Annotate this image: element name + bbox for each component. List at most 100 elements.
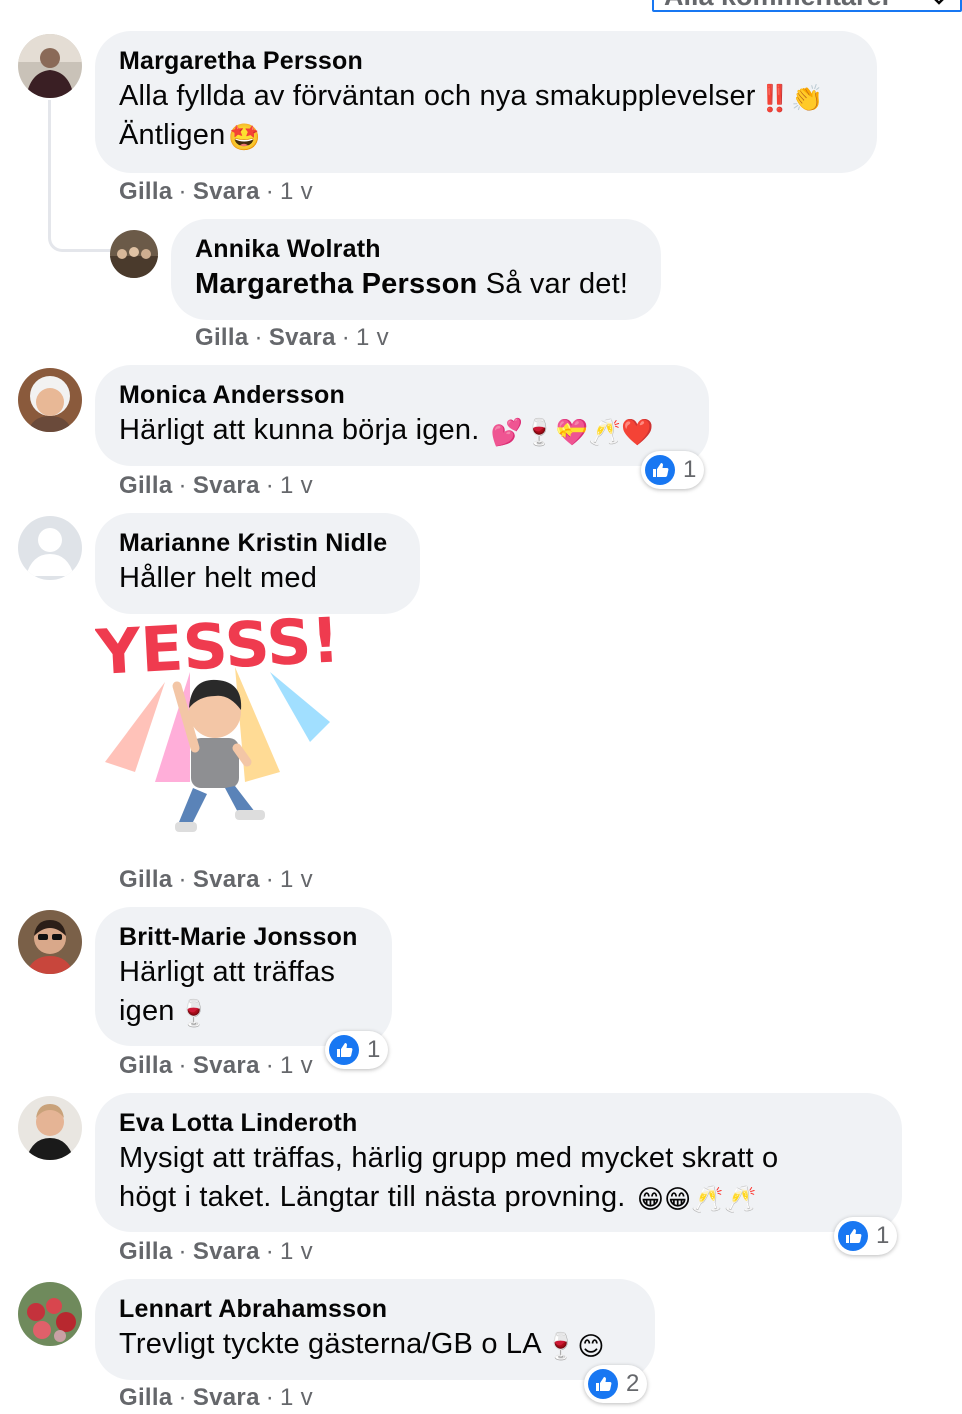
- separator: ·: [341, 324, 351, 351]
- comment-text-line: Äntligen 🤩: [119, 116, 853, 155]
- timestamp-link[interactable]: 1 v: [280, 1052, 313, 1079]
- separator: ·: [265, 1052, 275, 1079]
- comment-actions: Gilla · Svara · 1 v: [119, 1238, 313, 1266]
- reply-link[interactable]: Svara: [193, 472, 260, 499]
- chevron-down-icon: [934, 0, 944, 5]
- comment-bubble: Lennart Abrahamsson Trevligt tyckte gäst…: [95, 1279, 655, 1380]
- comment-actions: Gilla · Svara · 1 v: [119, 1052, 313, 1080]
- comment-text-line: Trevligt tyckte gästerna/GB o LA 🍷😊: [119, 1325, 631, 1364]
- comment-text: Härligt att kunna börja igen.: [119, 414, 480, 446]
- like-count: 1: [683, 456, 697, 483]
- comment-text: Alla fyllda av förväntan och nya smakupp…: [119, 80, 756, 112]
- avatar[interactable]: [110, 230, 158, 278]
- separator: ·: [178, 1384, 187, 1411]
- like-count: 2: [626, 1370, 640, 1397]
- comment-text: igen: [119, 995, 175, 1027]
- comment-text-line: högt i taket. Längtar till nästa provnin…: [119, 1178, 878, 1217]
- like-icon: [645, 455, 675, 485]
- yesss-sticker[interactable]: YESSS!: [95, 612, 335, 848]
- comment-filter-label: Alla kommentarer: [664, 0, 892, 12]
- separator: ·: [178, 178, 187, 205]
- like-icon: [838, 1221, 868, 1251]
- emoji-group: 🍷: [177, 999, 211, 1029]
- separator: ·: [178, 866, 187, 893]
- comment-author[interactable]: Annika Wolrath: [195, 233, 637, 265]
- comment-actions: Gilla · Svara · 1 v: [195, 324, 389, 352]
- like-link[interactable]: Gilla: [119, 1052, 173, 1079]
- like-link[interactable]: Gilla: [195, 324, 249, 351]
- comment-author[interactable]: Lennart Abrahamsson: [119, 1293, 631, 1325]
- sticker-text: YESSS!: [95, 612, 335, 689]
- separator: ·: [265, 472, 275, 499]
- timestamp-link[interactable]: 1 v: [280, 1384, 313, 1411]
- mention-link[interactable]: Margaretha Persson: [195, 268, 477, 300]
- reaction-count[interactable]: 1: [834, 1217, 898, 1255]
- like-link[interactable]: Gilla: [119, 866, 173, 893]
- reply-link[interactable]: Svara: [269, 324, 336, 351]
- avatar[interactable]: [18, 368, 82, 432]
- reply-link[interactable]: Svara: [193, 1238, 260, 1265]
- comment-actions: Gilla · Svara · 1 v: [119, 866, 313, 894]
- timestamp-link[interactable]: 1 v: [356, 324, 389, 351]
- comment-text-line: Alla fyllda av förväntan och nya smakupp…: [119, 77, 853, 116]
- comment-author[interactable]: Britt-Marie Jonsson: [119, 921, 368, 953]
- emoji-group: ‼️👏: [758, 84, 824, 114]
- like-link[interactable]: Gilla: [119, 1384, 173, 1411]
- comment-filter-dropdown[interactable]: Alla kommentarer: [652, 0, 962, 12]
- timestamp-link[interactable]: 1 v: [280, 178, 313, 205]
- like-count: 1: [876, 1222, 890, 1249]
- like-icon: [329, 1035, 359, 1065]
- comment-bubble: Britt-Marie Jonsson Härligt att träffas …: [95, 907, 392, 1046]
- comment-actions: Gilla · Svara · 1 v: [119, 1384, 313, 1412]
- reply-link[interactable]: Svara: [193, 1384, 260, 1411]
- comment-bubble: Margaretha Persson Alla fyllda av förvän…: [95, 31, 877, 173]
- emoji-group: 🍷😊: [544, 1332, 605, 1362]
- avatar[interactable]: [18, 516, 82, 580]
- comment-author[interactable]: Eva Lotta Linderoth: [119, 1107, 878, 1139]
- separator: ·: [178, 1052, 187, 1079]
- timestamp-link[interactable]: 1 v: [280, 866, 313, 893]
- reply-link[interactable]: Svara: [193, 178, 260, 205]
- reaction-count[interactable]: 1: [641, 451, 705, 489]
- comment-actions: Gilla · Svara · 1 v: [119, 178, 313, 206]
- emoji-group: 💕🍷💝🥂❤️: [490, 418, 654, 448]
- comment-text: Mysigt att träffas, härlig grupp med myc…: [119, 1142, 779, 1174]
- like-link[interactable]: Gilla: [119, 1238, 173, 1265]
- comment-text: Så var det!: [477, 268, 629, 300]
- separator: ·: [265, 866, 275, 893]
- timestamp-link[interactable]: 1 v: [280, 472, 313, 499]
- comment-bubble: Monica Andersson Härligt att kunna börja…: [95, 365, 709, 466]
- avatar[interactable]: [18, 34, 82, 98]
- separator: ·: [254, 324, 263, 351]
- separator: ·: [265, 178, 275, 205]
- like-link[interactable]: Gilla: [119, 178, 173, 205]
- reaction-count[interactable]: 2: [584, 1365, 648, 1403]
- comment-author[interactable]: Margaretha Persson: [119, 45, 853, 77]
- reply-link[interactable]: Svara: [193, 1052, 260, 1079]
- emoji-group: 😁😁🥂🥂: [636, 1185, 757, 1215]
- avatar[interactable]: [18, 1282, 82, 1346]
- separator: ·: [178, 472, 187, 499]
- like-icon: [588, 1369, 618, 1399]
- comment-author[interactable]: Marianne Kristin Nidle: [119, 527, 396, 559]
- avatar[interactable]: [18, 910, 82, 974]
- comment-author[interactable]: Monica Andersson: [119, 379, 685, 411]
- avatar[interactable]: [18, 1096, 82, 1160]
- separator: ·: [178, 1238, 187, 1265]
- comment-bubble: Marianne Kristin Nidle Håller helt med: [95, 513, 420, 614]
- comment-text-line: Margaretha Persson Så var det!: [195, 265, 637, 304]
- comment-bubble: Eva Lotta Linderoth Mysigt att träffas, …: [95, 1093, 902, 1232]
- comment-text: högt i taket. Längtar till nästa provnin…: [119, 1181, 626, 1213]
- reaction-count[interactable]: 1: [325, 1031, 389, 1069]
- separator: ·: [265, 1384, 275, 1411]
- comment-actions: Gilla · Svara · 1 v: [119, 472, 313, 500]
- comment-text: Trevligt tyckte gästerna/GB o LA: [119, 1328, 542, 1360]
- emoji-group: 🤩: [228, 123, 261, 153]
- comment-text-line: igen 🍷: [119, 992, 368, 1031]
- comment-bubble: Annika Wolrath Margaretha Persson Så var…: [171, 219, 661, 320]
- like-link[interactable]: Gilla: [119, 472, 173, 499]
- separator: ·: [265, 1238, 275, 1265]
- timestamp-link[interactable]: 1 v: [280, 1238, 313, 1265]
- reply-link[interactable]: Svara: [193, 866, 260, 893]
- comment-text: Härligt att träffas: [119, 956, 336, 988]
